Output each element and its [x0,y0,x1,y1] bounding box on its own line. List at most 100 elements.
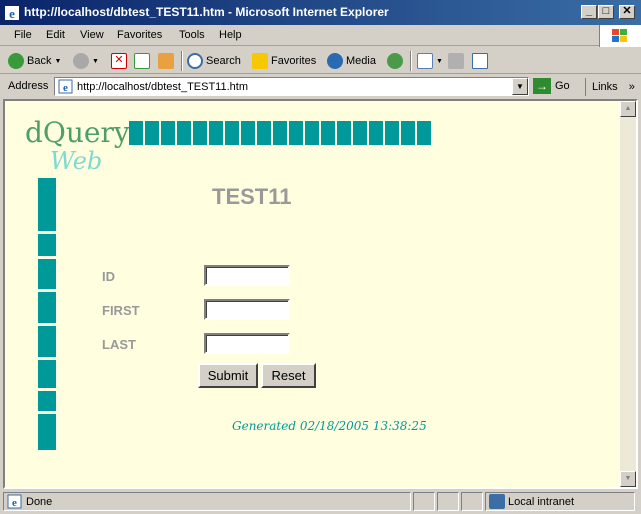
bar-segment [38,414,56,450]
mail-button[interactable]: ▼ [417,52,443,70]
bar-segment [38,234,56,256]
print-button[interactable] [448,52,464,70]
first-name-field[interactable] [204,299,290,320]
address-bar: Address e http://localhost/dbtest_TEST11… [0,74,641,98]
bar-segment [225,121,239,145]
bar-segment [369,121,383,145]
scroll-down-button[interactable]: ▼ [620,471,636,487]
id-field[interactable] [204,265,290,286]
dropdown-arrow-icon: ▼ [92,57,99,65]
page-done-icon: e [7,494,22,509]
go-arrow-icon: → [533,78,551,94]
minimize-button[interactable]: _ [581,5,597,19]
bar-segment [209,121,223,145]
bar-segment [38,259,56,289]
bar-segment [38,360,56,388]
address-dropdown-button[interactable]: ▼ [512,78,528,95]
generated-timestamp: Generated 02/18/2005 13:38:25 [232,419,427,433]
bar-segment [321,121,335,145]
history-icon [387,53,403,69]
history-button[interactable] [387,52,403,70]
bar-segment [38,292,56,323]
chevron-right-icon: » [628,81,635,93]
zone-text: Local intranet [508,496,575,508]
menu-view[interactable]: View [80,29,104,41]
forward-button[interactable]: ▼ [73,52,99,70]
first-label: FIRST [102,303,140,318]
intranet-icon [489,494,505,509]
refresh-button[interactable] [134,52,150,70]
media-icon [327,53,343,69]
go-label: Go [555,80,570,92]
scroll-up-button[interactable]: ▲ [620,101,636,117]
forward-arrow-icon [73,53,89,69]
home-button[interactable] [158,52,174,70]
last-name-field[interactable] [204,333,290,354]
media-label: Media [346,55,376,67]
bar-segment [385,121,399,145]
stop-button[interactable]: ✕ [111,52,127,70]
zone-panel: Local intranet [485,492,635,511]
menu-file[interactable]: File [14,29,32,41]
maximize-button[interactable]: □ [598,5,614,19]
page-title: TEST11 [212,184,292,209]
last-label: LAST [102,337,136,352]
bar-segment [241,121,255,145]
mail-icon [417,53,433,69]
logo-web: Web [50,147,103,175]
svg-text:e: e [63,82,68,94]
close-button[interactable]: ✕ [619,5,635,19]
address-url: http://localhost/dbtest_TEST11.htm [77,81,248,93]
menu-help[interactable]: Help [219,29,242,41]
status-panel [461,492,483,511]
status-text: Done [26,496,53,508]
reset-button[interactable]: Reset [261,363,316,388]
bar-segment [38,326,56,357]
status-panel: e Done [3,492,411,511]
id-label: ID [102,269,115,284]
vertical-scrollbar[interactable]: ▲ ▼ [620,101,636,487]
bar-segment [353,121,367,145]
edit-button[interactable] [472,52,488,70]
menu-tools[interactable]: Tools [179,29,205,41]
media-button[interactable]: Media [327,52,376,70]
go-button[interactable]: → Go [533,78,570,94]
bar-segment [417,121,431,145]
bar-segment [289,121,303,145]
star-icon [252,53,268,69]
submit-button[interactable]: Submit [198,363,258,388]
refresh-icon [134,53,150,69]
logo-dquery: dQuery [25,116,130,149]
page-icon: e [58,79,73,94]
menu-edit[interactable]: Edit [46,29,65,41]
links-button[interactable]: Links » [585,78,641,96]
stop-icon: ✕ [111,53,127,69]
home-icon [158,53,174,69]
bar-segment [161,121,175,145]
bar-segment [257,121,271,145]
toolbar-separator [181,51,183,71]
status-panel [413,492,435,511]
search-icon [187,53,203,69]
menu-favorites[interactable]: Favorites [117,29,162,41]
back-button[interactable]: Back ▼ [8,52,61,70]
svg-text:e: e [12,497,17,509]
edit-icon [472,53,488,69]
svg-text:e: e [9,6,15,21]
back-arrow-icon [8,53,24,69]
decorative-side-bar [38,178,56,450]
address-input[interactable]: e http://localhost/dbtest_TEST11.htm ▼ [54,77,529,96]
search-button[interactable]: Search [187,52,241,70]
print-icon [448,53,464,69]
favorites-label: Favorites [271,55,317,67]
dropdown-arrow-icon: ▼ [436,57,443,65]
search-label: Search [206,55,241,67]
window-title: http://localhost/dbtest_TEST11.htm - Mic… [24,5,389,19]
favorites-button[interactable]: Favorites [252,52,316,70]
status-bar: e Done Local intranet [0,490,641,514]
bar-segment [38,178,56,231]
links-label: Links [592,81,618,93]
menu-bar: File Edit View Favorites Tools Help [0,25,641,46]
title-bar: e http://localhost/dbtest_TEST11.htm - M… [0,0,641,25]
bar-segment [401,121,415,145]
